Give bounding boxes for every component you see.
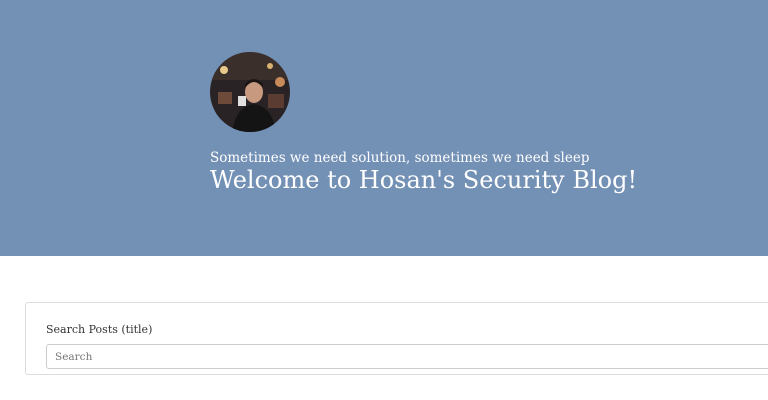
search-panel: Search Posts (title) [25,302,768,375]
profile-photo-icon [210,52,290,132]
hero-banner: Sometimes we need solution, sometimes we… [0,0,768,256]
search-label: Search Posts (title) [46,323,153,336]
blog-title: Welcome to Hosan's Security Blog! [210,166,638,194]
search-input[interactable] [46,344,768,369]
profile-avatar [210,52,290,132]
blog-tagline: Sometimes we need solution, sometimes we… [210,150,590,166]
